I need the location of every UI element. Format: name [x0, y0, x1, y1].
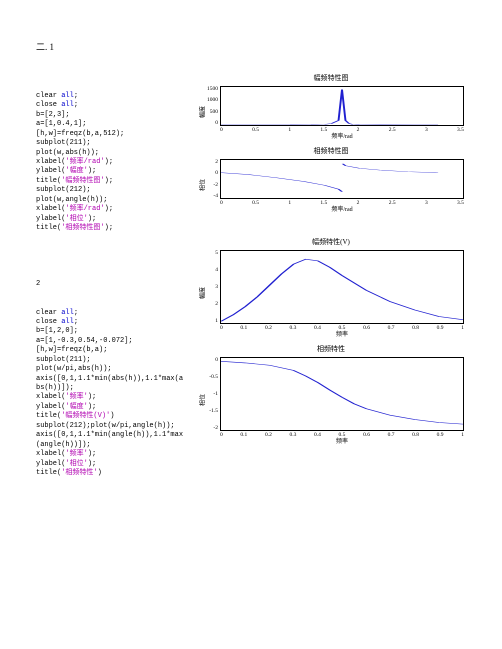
code2-header: 2 [36, 280, 186, 289]
xlabel: 频率 [220, 436, 464, 445]
xlabel: 频率/rad [220, 204, 464, 213]
chart-title: 相频特性图 [196, 146, 466, 156]
xlabel: 频率 [220, 329, 464, 338]
plot-box [220, 86, 464, 126]
code-block-1: clear all; close all; b=[2,3]; a=[1,0.4,… [36, 92, 186, 234]
chart-2: 相频特性图 相位 20-2-4 00.511.522.533.5 频率/rad [196, 146, 466, 213]
plot-box [220, 357, 464, 431]
chart-title: 幅频特性(V) [196, 237, 466, 247]
chart-3: 幅频特性(V) 幅度 54321 00.10.20.30.40.50.60.70… [196, 237, 466, 338]
chart-column: 幅频特性图 幅度 150010005000 00.511.522.533.5 频… [196, 73, 466, 497]
plot-box [220, 159, 464, 199]
code-block-2: clear all; close all; b=[1,2,0]; a=[1,-0… [36, 309, 186, 479]
yticks: 0-0.5-1-1.5-2 [202, 357, 218, 431]
chart-title: 相频特性 [196, 344, 466, 354]
xlabel: 频率/rad [220, 131, 464, 140]
code-column: clear all; close all; b=[2,3]; a=[1,0.4,… [36, 73, 186, 497]
chart-title: 幅频特性图 [196, 73, 466, 83]
chart-4: 相频特性 相位 0-0.5-1-1.5-2 00.10.20.30.40.50.… [196, 344, 466, 445]
yticks: 54321 [202, 250, 218, 324]
plot-box [220, 250, 464, 324]
section-header: 二. 1 [36, 40, 466, 53]
yticks: 20-2-4 [202, 159, 218, 199]
content-row: clear all; close all; b=[2,3]; a=[1,0.4,… [36, 73, 466, 497]
yticks: 150010005000 [202, 86, 218, 126]
chart-1: 幅频特性图 幅度 150010005000 00.511.522.533.5 频… [196, 73, 466, 140]
